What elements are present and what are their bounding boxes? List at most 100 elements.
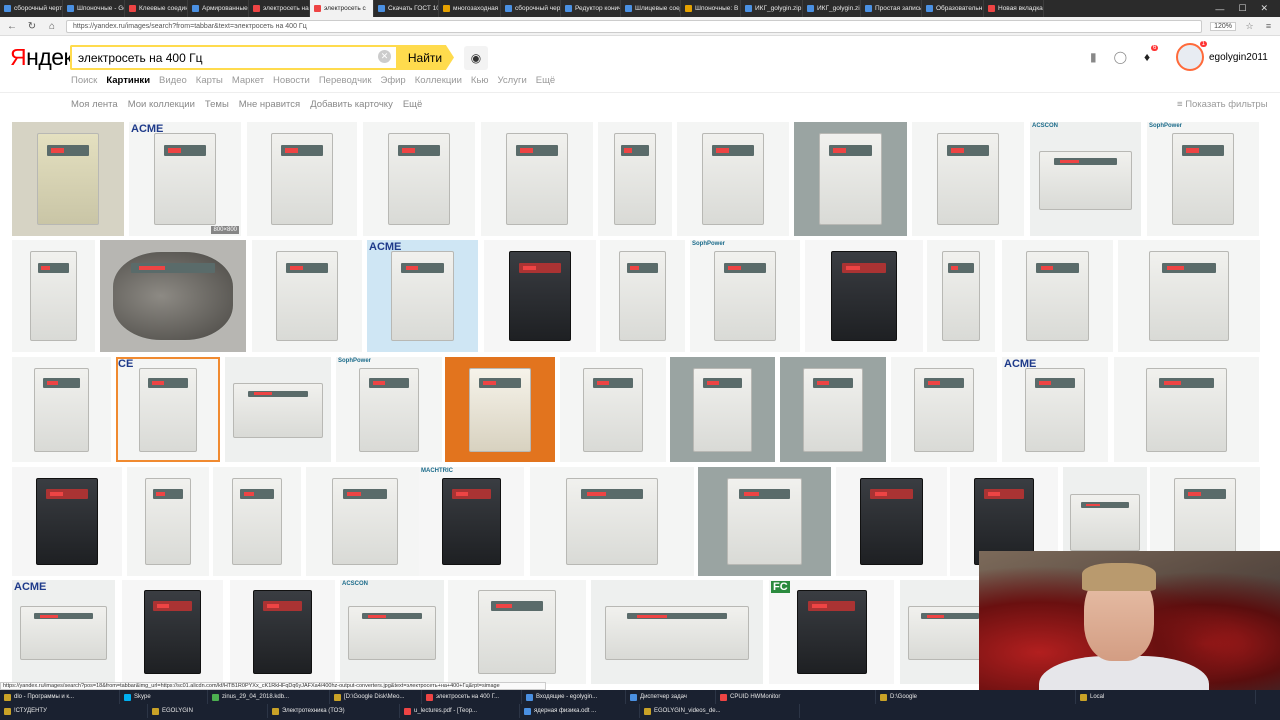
browser-tab[interactable]: Армированные [188,0,249,17]
browser-tab[interactable]: Клеевые соедин [125,0,188,17]
avatar[interactable]: 1 [1176,41,1207,71]
image-result-tile[interactable] [560,357,666,462]
service-link[interactable]: Новости [273,75,310,86]
find-button[interactable]: Найти [396,45,454,70]
image-result-tile[interactable] [598,122,672,236]
browser-tab[interactable]: Простая запись [861,0,922,17]
taskbar-item[interactable]: Local [1076,690,1256,704]
image-result-tile[interactable] [600,240,685,352]
image-result-tile[interactable] [12,122,124,236]
service-link[interactable]: Кью [471,75,489,86]
service-link[interactable]: Ещё [536,75,555,86]
url-field[interactable]: https://yandex.ru/images/search?from=tab… [66,19,1203,33]
bell-icon[interactable]: ♦ 6 [1144,45,1159,64]
toolbar-link[interactable]: Мне нравится [239,99,300,110]
service-link[interactable]: Эфир [380,75,405,86]
browser-tab[interactable]: сборочный черт [0,0,63,17]
image-result-tile[interactable] [927,240,995,352]
service-link[interactable]: Картинки [106,75,150,86]
image-result-tile[interactable] [1118,240,1260,352]
reload-icon[interactable]: ↻ [26,20,38,32]
image-result-tile[interactable] [1114,357,1259,462]
taskbar-item[interactable]: Диспетчер задач [626,690,716,704]
image-result-tile[interactable]: ACSCON [1030,122,1141,236]
browser-tab[interactable]: Образовательн [922,0,984,17]
image-result-tile[interactable] [780,357,886,462]
browser-tab[interactable]: Новая вкладка [984,0,1044,17]
image-result-tile[interactable]: SophPower [336,357,442,462]
image-result-tile[interactable] [225,357,331,462]
service-link[interactable]: Переводчик [319,75,372,86]
browser-tab[interactable]: ИКГ_golygin.zip [741,0,803,17]
image-result-tile[interactable] [448,580,586,684]
username[interactable]: egolygin2011 [1209,52,1268,63]
image-result-tile[interactable]: ACME [367,240,478,352]
taskbar-item[interactable]: EGOLYGIN_videos_de... [640,704,800,718]
service-link[interactable]: Коллекции [415,75,462,86]
browser-tab[interactable]: Редуктор конич [561,0,621,17]
image-result-tile[interactable] [805,240,923,352]
browser-tab[interactable]: сборочный черт [501,0,561,17]
toolbar-link[interactable]: Моя лента [71,99,118,110]
menu-icon[interactable]: ≡ [1263,21,1274,32]
image-result-tile[interactable] [12,240,95,352]
taskbar-item[interactable]: электросеть на 400 Г... [422,690,522,704]
image-result-tile[interactable] [591,580,763,684]
image-result-tile[interactable] [794,122,907,236]
service-link[interactable]: Карты [196,75,223,86]
image-result-tile[interactable] [530,467,694,576]
image-result-tile[interactable] [481,122,593,236]
bookmark-icon[interactable]: ▮ [1090,50,1097,64]
taskbar-item[interactable]: dlo - Программы и к... [0,690,120,704]
image-result-tile[interactable] [100,240,246,352]
image-result-tile[interactable]: FC [769,580,894,684]
toolbar-link[interactable]: Добавить карточку [310,99,393,110]
taskbar-item[interactable]: zinus_29_04_2018.kdb... [208,690,330,704]
browser-tab[interactable]: Шпоночные: В ч [681,0,741,17]
image-result-tile[interactable]: SophPower [690,240,800,352]
close-icon[interactable]: ✕ [1260,3,1268,14]
image-result-tile[interactable] [363,122,475,236]
image-result-tile[interactable] [698,467,831,576]
service-link[interactable]: Маркет [232,75,264,86]
image-result-tile[interactable] [484,240,596,352]
toolbar-link[interactable]: Мои коллекции [128,99,195,110]
image-result-tile[interactable] [1002,240,1113,352]
image-result-tile[interactable]: MACHTRIC [419,467,524,576]
zoom-indicator[interactable]: 120% [1210,21,1236,31]
show-filters-link[interactable]: ≡ Показать фильтры [1177,99,1268,110]
image-result-tile[interactable] [891,357,997,462]
clear-query-icon[interactable]: ✕ [378,50,391,63]
taskbar-item[interactable]: u_lectures.pdf - [Теор... [400,704,520,718]
image-result-tile[interactable] [670,357,775,462]
taskbar-item[interactable]: D:\Google [876,690,1076,704]
camera-search-icon[interactable]: ◉ [464,46,488,70]
image-result-tile[interactable] [836,467,947,576]
minimize-icon[interactable]: — [1215,4,1224,14]
maximize-icon[interactable]: ☐ [1238,3,1246,14]
image-result-tile[interactable] [12,467,122,576]
browser-tab[interactable]: Скачать ГОСТ 1092 [374,0,439,17]
image-result-tile[interactable] [213,467,301,576]
taskbar-item[interactable]: [D:\Google Disk\Мео... [330,690,422,704]
image-result-tile[interactable] [247,122,357,236]
taskbar-item[interactable]: EGOLYGIN [148,704,268,718]
image-result-tile[interactable] [677,122,789,236]
search-input[interactable]: электросеть на 400 Гц [70,45,398,70]
browser-tab[interactable]: ИКГ_golygin.zip [803,0,861,17]
toolbar-link[interactable]: Ещё [403,99,422,110]
browser-tab[interactable]: многозаходная [439,0,501,17]
star-icon[interactable]: ☆ [1244,21,1255,32]
image-result-tile[interactable] [230,580,335,684]
browser-tab[interactable]: Шлицевые соед [621,0,681,17]
image-result-tile[interactable] [122,580,223,684]
taskbar-item[interactable]: CPUID HWMonitor [716,690,876,704]
service-link[interactable]: Поиск [71,75,97,86]
shield-icon[interactable]: ◯ [1114,50,1127,64]
taskbar-item[interactable]: Входящие - egolygin... [522,690,626,704]
browser-tab[interactable]: электросеть с [310,0,374,17]
image-result-tile[interactable]: ACME [12,580,115,684]
image-result-tile[interactable] [306,467,424,576]
back-icon[interactable]: ← [6,20,18,32]
taskbar-item[interactable]: Skype [120,690,208,704]
